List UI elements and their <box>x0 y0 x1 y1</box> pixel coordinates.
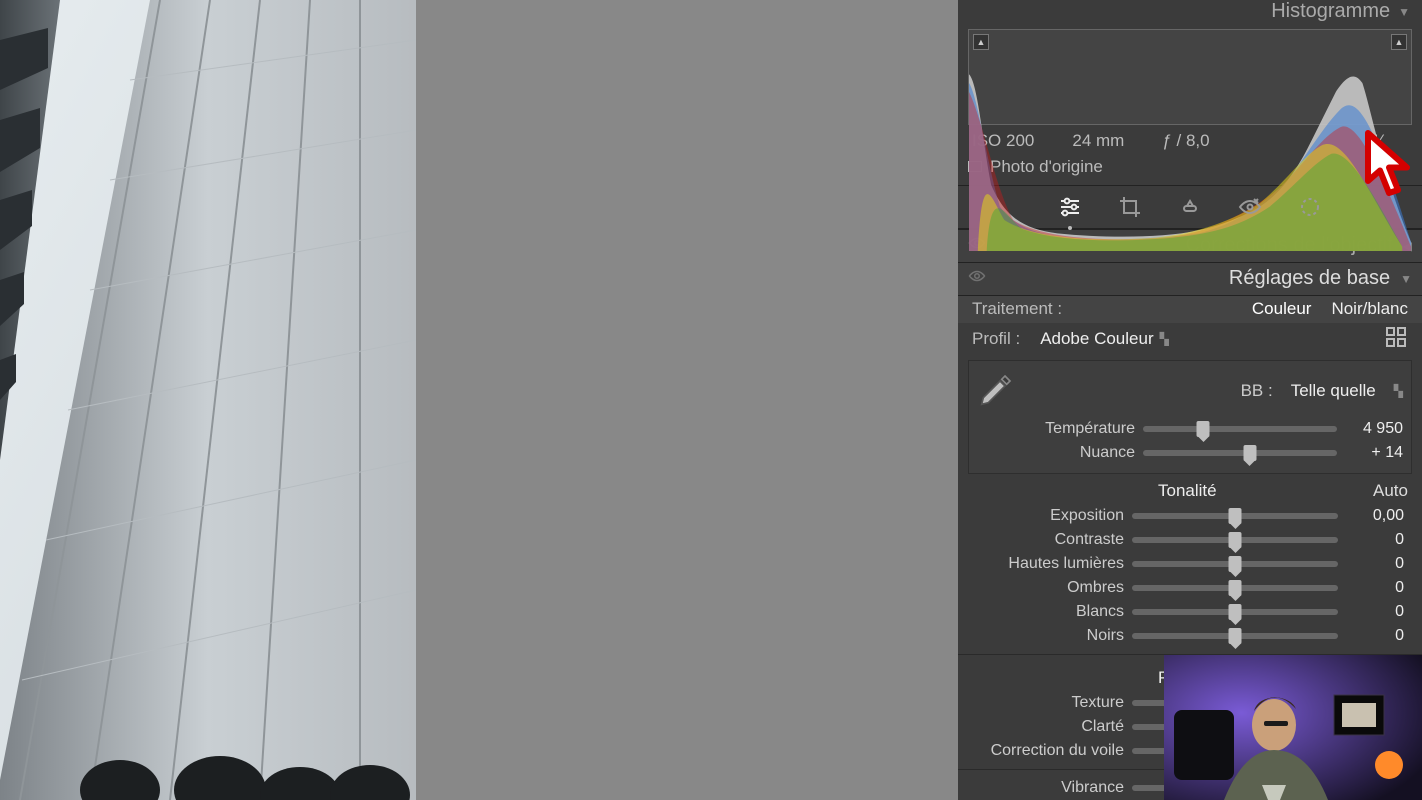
eye-icon[interactable] <box>968 267 990 290</box>
slider-value[interactable]: 0 <box>1338 603 1404 621</box>
slider-label: Correction du voile <box>958 742 1132 760</box>
treatment-bw[interactable]: Noir/blanc <box>1331 299 1408 319</box>
chevron-down-icon: ▼ <box>1398 5 1410 19</box>
slider-value[interactable]: 0 <box>1338 531 1404 549</box>
slider-label: Clarté <box>958 718 1132 736</box>
basic-section-header[interactable]: Réglages de base ▼ <box>958 262 1422 295</box>
masking-icon[interactable] <box>1297 194 1323 220</box>
treatment-color[interactable]: Couleur <box>1252 299 1312 319</box>
photo-preview <box>0 0 416 800</box>
slider-hautes-lumières[interactable]: Hautes lumières 0 <box>958 552 1408 576</box>
tint-slider[interactable]: Nuance + 14 <box>973 441 1407 465</box>
slider-value[interactable]: 0 <box>1338 555 1404 573</box>
slider-label: Texture <box>958 694 1132 712</box>
tone-auto-button[interactable]: Auto <box>1373 481 1408 501</box>
profile-browser-icon[interactable] <box>1384 325 1408 354</box>
eyedropper-icon[interactable] <box>973 369 1017 413</box>
slider-label: Hautes lumières <box>958 555 1132 573</box>
treatment-row: Traitement : Couleur Noir/blanc <box>958 295 1422 323</box>
slider-value[interactable]: 0,00 <box>1338 507 1404 525</box>
histogram[interactable]: ▲ ▲ <box>968 29 1412 125</box>
slider-label: Blancs <box>958 603 1132 621</box>
dropdown-icon[interactable]: ▚ <box>1394 384 1403 398</box>
dropdown-icon[interactable]: ▚ <box>1160 332 1169 346</box>
tone-sliders: Exposition 0,00 Contraste 0 Hautes lumières 0… <box>958 504 1422 648</box>
tint-label: Nuance <box>973 444 1143 462</box>
slider-label: Exposition <box>958 507 1132 525</box>
slider-value[interactable]: 0 <box>1338 579 1404 597</box>
profile-value[interactable]: Adobe Couleur <box>1040 329 1153 349</box>
slider-value[interactable]: 0 <box>1338 627 1404 645</box>
slider-noirs[interactable]: Noirs 0 <box>958 624 1408 648</box>
temperature-value[interactable]: 4 950 <box>1337 420 1403 438</box>
histogram-title: Histogramme <box>1271 0 1390 23</box>
temperature-label: Température <box>973 420 1143 438</box>
slider-label: Noirs <box>958 627 1132 645</box>
crop-icon[interactable] <box>1117 194 1143 220</box>
profile-row: Profil : Adobe Couleur ▚ <box>958 323 1422 360</box>
tone-title: Tonalité <box>1158 481 1217 501</box>
canvas-area[interactable] <box>0 0 958 800</box>
edit-sliders-icon[interactable] <box>1057 194 1083 220</box>
wb-preset[interactable]: Telle quelle <box>1291 381 1376 401</box>
histogram-panel-header[interactable]: Histogramme ▼ <box>958 0 1422 23</box>
treatment-label: Traitement : <box>972 299 1062 319</box>
tint-value[interactable]: + 14 <box>1337 444 1403 462</box>
vibrance-label: Vibrance <box>958 779 1132 797</box>
slider-contraste[interactable]: Contraste 0 <box>958 528 1408 552</box>
temperature-slider[interactable]: Température 4 950 <box>973 417 1407 441</box>
basic-title: Réglages de base <box>1229 267 1390 290</box>
slider-ombres[interactable]: Ombres 0 <box>958 576 1408 600</box>
slider-blancs[interactable]: Blancs 0 <box>958 600 1408 624</box>
profile-label: Profil : <box>972 329 1020 349</box>
slider-label: Contraste <box>958 531 1132 549</box>
tone-header: Tonalité Auto <box>958 478 1422 504</box>
red-eye-icon[interactable] <box>1237 194 1263 220</box>
slider-exposition[interactable]: Exposition 0,00 <box>958 504 1408 528</box>
healing-brush-icon[interactable] <box>1177 194 1203 220</box>
wb-label: BB : <box>1241 381 1273 401</box>
webcam-overlay <box>1164 655 1422 800</box>
slider-label: Ombres <box>958 579 1132 597</box>
white-balance-group: BB : Telle quelle ▚ Température 4 950 Nu… <box>968 360 1412 474</box>
chevron-down-icon: ▼ <box>1400 272 1412 286</box>
